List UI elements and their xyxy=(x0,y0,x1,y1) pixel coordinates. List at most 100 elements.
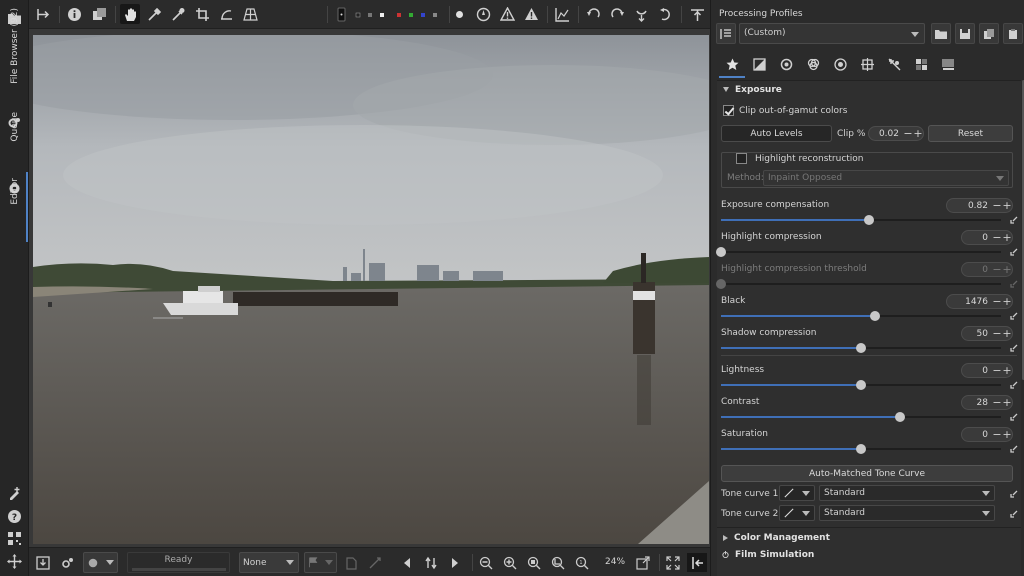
plus-icon[interactable]: + xyxy=(1002,327,1012,340)
minus-icon[interactable]: − xyxy=(992,327,1002,340)
slider-spinner[interactable]: 0− + xyxy=(961,262,1013,277)
info-icon[interactable] xyxy=(64,4,84,24)
zoom-in-icon[interactable] xyxy=(500,553,520,572)
add-note-icon[interactable] xyxy=(7,486,22,501)
slider-spinner[interactable]: 0.82− + xyxy=(946,198,1013,213)
crop-icon[interactable] xyxy=(192,4,212,24)
profile-list-icon[interactable] xyxy=(716,23,736,44)
slider-track[interactable] xyxy=(721,215,1001,225)
power-icon[interactable] xyxy=(722,551,729,558)
tone-curve-2-type[interactable]: Standard xyxy=(819,505,995,521)
warning-filled-icon[interactable] xyxy=(521,4,541,24)
image-viewer[interactable] xyxy=(29,29,710,547)
tab-queue[interactable]: Queue xyxy=(0,112,29,142)
reset-button[interactable]: Reset xyxy=(928,125,1013,142)
method-combo[interactable]: Inpaint Opposed xyxy=(763,170,1009,186)
reset-curve-2-icon[interactable] xyxy=(1010,510,1018,518)
toggle-right-panel-icon[interactable] xyxy=(687,553,707,572)
rotate-left-icon[interactable] xyxy=(583,4,603,24)
paste-profile-button-icon[interactable] xyxy=(1003,23,1023,44)
slider-track[interactable] xyxy=(716,279,1001,289)
profile-select[interactable]: None xyxy=(239,552,299,573)
white-balance-icon[interactable] xyxy=(168,4,188,24)
minus-icon[interactable]: − xyxy=(992,263,1002,276)
color-picker-icon[interactable] xyxy=(144,4,164,24)
flip-vertical-icon[interactable] xyxy=(631,4,651,24)
history-panel-icon[interactable] xyxy=(33,4,53,24)
auto-matched-tone-curve-button[interactable]: Auto-Matched Tone Curve xyxy=(721,465,1013,482)
reset-slider-icon[interactable] xyxy=(1010,312,1018,320)
detail-tab-icon[interactable] xyxy=(775,53,797,75)
slider-knob[interactable] xyxy=(716,247,726,257)
zoom-fit-crop-icon[interactable] xyxy=(548,553,568,572)
previous-image-icon[interactable] xyxy=(397,553,417,572)
circle-icon[interactable] xyxy=(449,4,469,24)
highlight-reconstruction-checkbox[interactable] xyxy=(736,153,747,164)
slider-track[interactable] xyxy=(721,412,1001,422)
transform-tab-icon[interactable] xyxy=(856,53,878,75)
flip-horizontal-icon[interactable] xyxy=(655,4,675,24)
plus-icon[interactable]: + xyxy=(1002,396,1012,409)
slider-knob[interactable] xyxy=(856,444,866,454)
slider-track[interactable] xyxy=(721,311,1001,321)
slider-knob[interactable] xyxy=(856,380,866,390)
tone-curve-1-editor[interactable] xyxy=(779,485,815,501)
reset-slider-icon[interactable] xyxy=(1010,216,1018,224)
exposure-tab-icon[interactable] xyxy=(748,53,770,75)
plus-icon[interactable]: + xyxy=(1002,199,1012,212)
send-to-editor-button[interactable] xyxy=(304,552,337,573)
plus-icon[interactable]: + xyxy=(1002,263,1012,276)
move-icon[interactable] xyxy=(7,554,22,569)
compass-icon[interactable] xyxy=(473,4,493,24)
reset-slider-icon[interactable] xyxy=(1010,381,1018,389)
color-tab-icon[interactable] xyxy=(802,53,824,75)
reset-slider-icon[interactable] xyxy=(1010,344,1018,352)
slider-spinner[interactable]: 1476− + xyxy=(946,294,1013,309)
reset-slider-icon[interactable] xyxy=(1010,445,1018,453)
plus-icon[interactable]: + xyxy=(1002,295,1012,308)
paste-profile-icon[interactable] xyxy=(365,553,385,572)
next-image-icon[interactable] xyxy=(445,553,465,572)
slider-spinner[interactable]: 0− + xyxy=(961,363,1013,378)
reset-slider-icon[interactable] xyxy=(1010,248,1018,256)
clip-percent-spinner[interactable]: 0.02 − + xyxy=(868,126,924,141)
clip-out-of-gamut-checkbox[interactable] xyxy=(723,105,734,116)
auto-levels-button[interactable]: Auto Levels xyxy=(721,125,832,142)
slider-knob[interactable] xyxy=(895,412,906,422)
plus-icon[interactable]: + xyxy=(1002,231,1012,244)
slider-knob[interactable] xyxy=(716,279,726,289)
slider-track[interactable] xyxy=(721,343,1001,353)
film-simulation-section-header[interactable]: Film Simulation xyxy=(717,546,1021,563)
slider-spinner[interactable]: 0− + xyxy=(961,230,1013,245)
reset-slider-icon[interactable] xyxy=(1010,280,1018,288)
minus-icon[interactable]: − xyxy=(992,231,1002,244)
copy-profile-icon[interactable] xyxy=(341,553,361,572)
advanced-tab-icon[interactable] xyxy=(829,53,851,75)
editor-mode-button[interactable] xyxy=(83,552,118,573)
sync-browser-icon[interactable] xyxy=(421,553,441,572)
color-management-section-header[interactable]: Color Management xyxy=(717,529,1021,546)
reset-curve-1-icon[interactable] xyxy=(1010,490,1018,498)
new-detail-window-icon[interactable] xyxy=(633,553,653,572)
focus-mask-icon[interactable] xyxy=(331,4,351,24)
snapshot-icon[interactable] xyxy=(89,4,109,24)
fullscreen-icon[interactable] xyxy=(663,553,683,572)
warning-icon[interactable] xyxy=(497,4,517,24)
minus-icon[interactable]: − xyxy=(992,295,1002,308)
perspective-icon[interactable] xyxy=(240,4,260,24)
qr-icon[interactable] xyxy=(7,531,22,546)
slider-track[interactable] xyxy=(721,444,1001,454)
straighten-icon[interactable] xyxy=(216,4,236,24)
queue-add-icon[interactable] xyxy=(58,553,78,572)
slider-knob[interactable] xyxy=(864,215,875,225)
slider-knob[interactable] xyxy=(856,343,866,353)
minus-icon[interactable]: − xyxy=(992,199,1002,212)
exposure-section-header[interactable]: Exposure xyxy=(717,81,1021,98)
tools-panel-icon[interactable] xyxy=(687,4,707,24)
locallab-tab-icon[interactable] xyxy=(910,53,932,75)
minus-icon[interactable]: − xyxy=(992,364,1002,377)
preview-modes-icon[interactable] xyxy=(355,4,445,24)
histogram-icon[interactable] xyxy=(552,4,572,24)
zoom-out-icon[interactable] xyxy=(476,553,496,572)
profile-combo[interactable]: (Custom) xyxy=(739,23,925,44)
